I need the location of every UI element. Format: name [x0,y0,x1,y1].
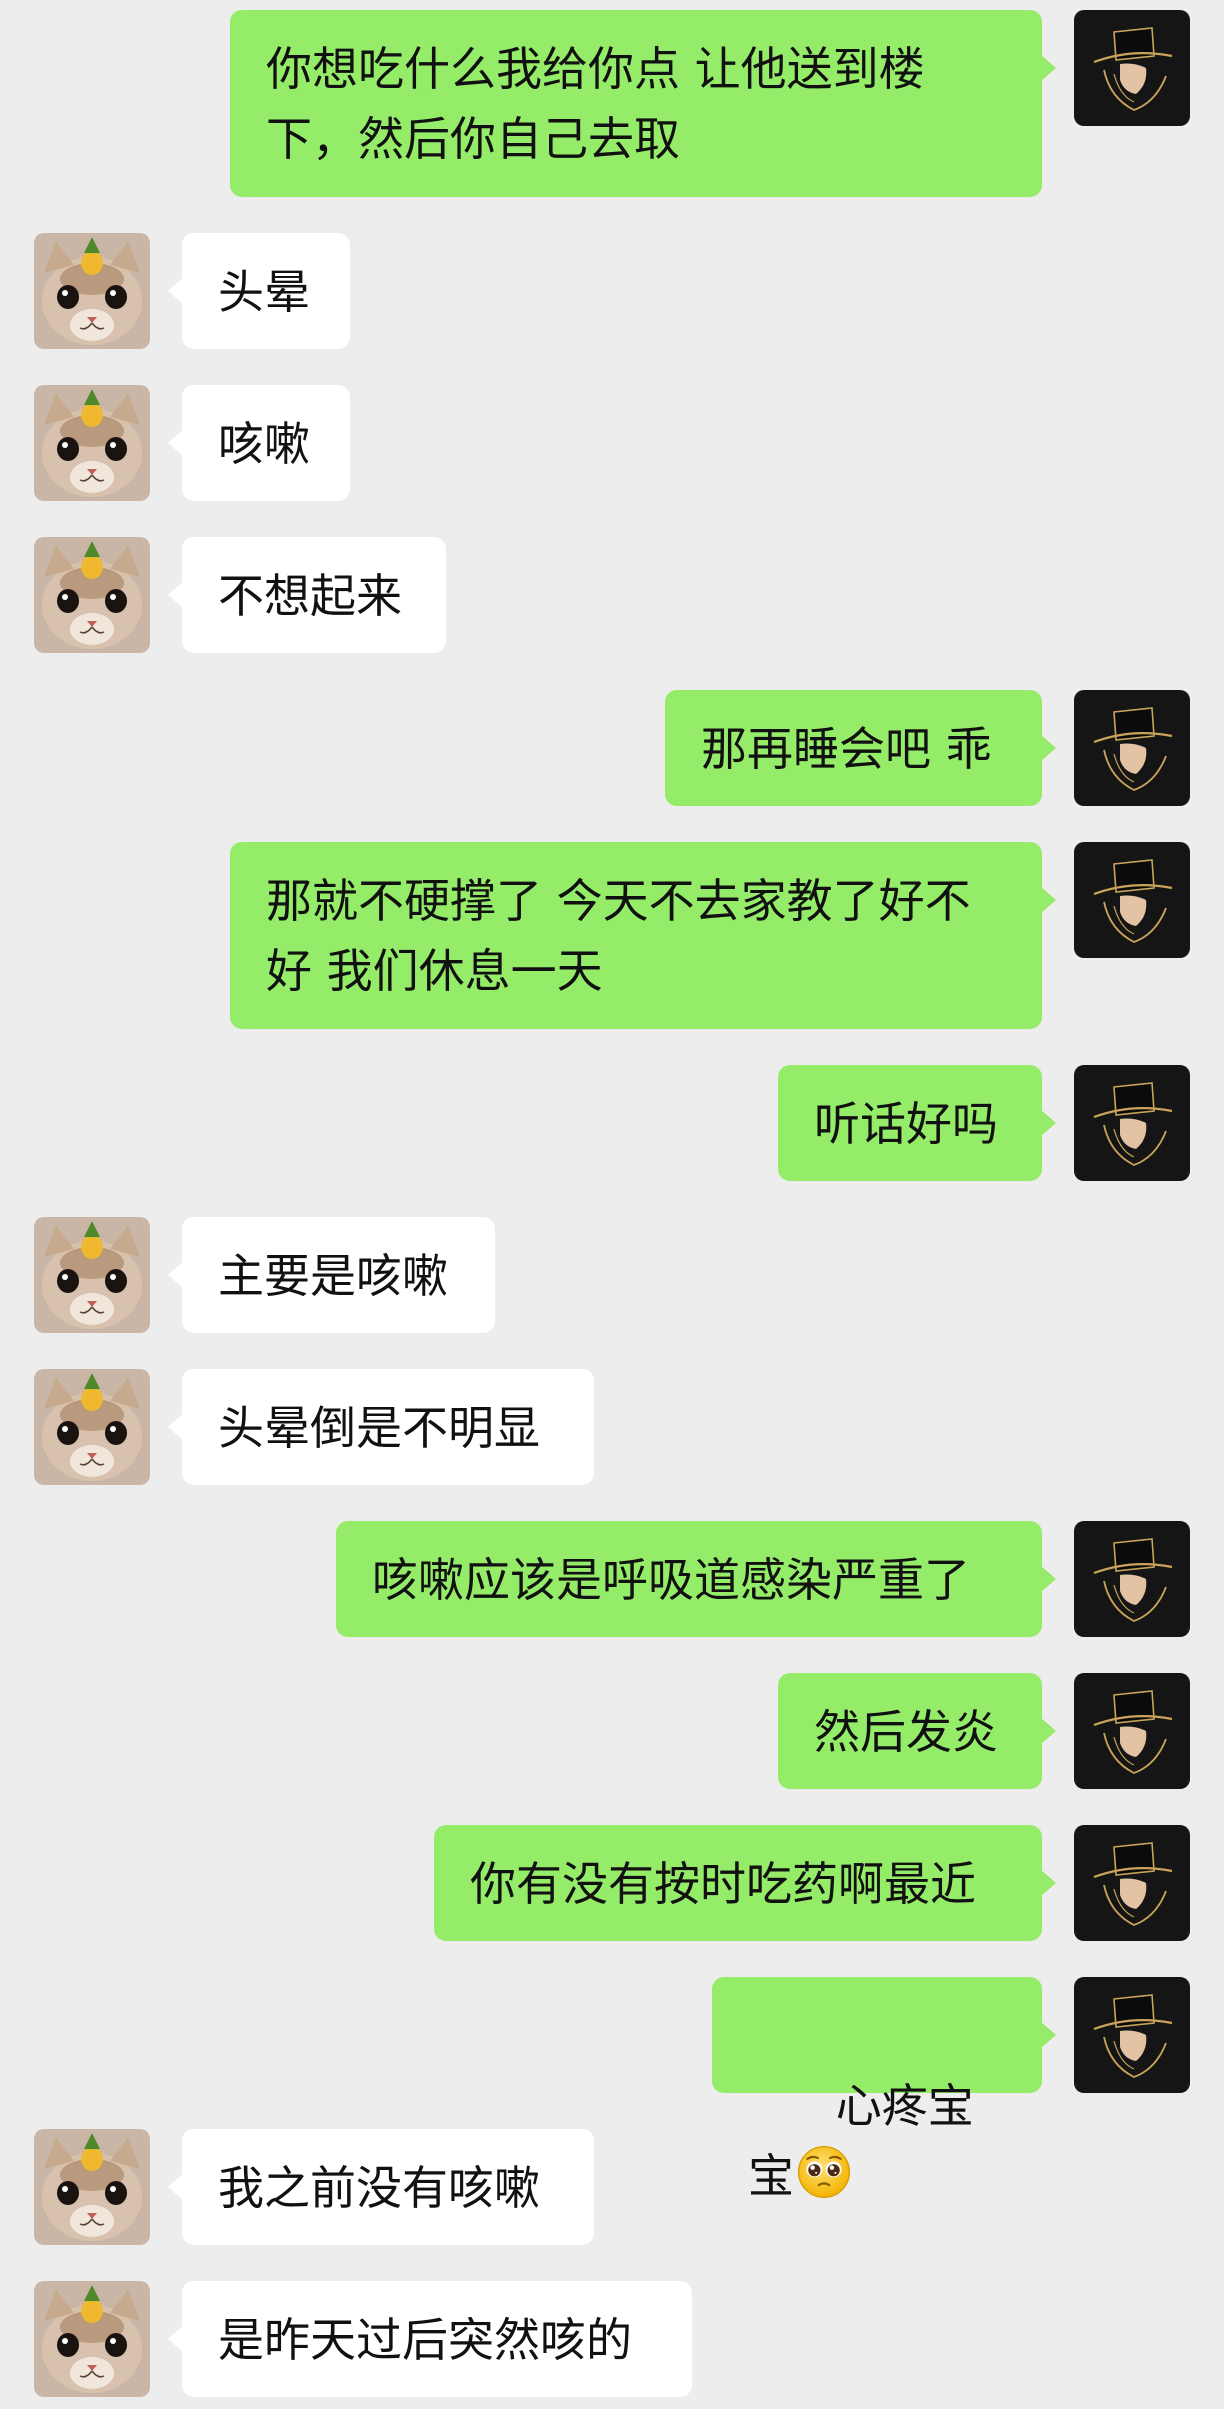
self-avatar[interactable] [1074,842,1190,958]
contact-avatar[interactable] [34,537,150,653]
message-bubble-incoming[interactable]: 咳嗽 [168,385,350,501]
chat-message-list[interactable]: 你想吃什么我给你点 让他送到楼 下，然后你自己去取 头晕 咳嗽 不想起来 那再睡… [0,0,1224,2409]
message-bubble-incoming[interactable]: 我之前没有咳嗽 [168,2129,594,2245]
contact-avatar[interactable] [34,385,150,501]
message-bubble-incoming[interactable]: 主要是咳嗽 [168,1217,495,1333]
cat-avatar-icon [34,385,150,501]
message-bubble-outgoing[interactable]: 那就不硬撑了 今天不去家教了好不 好 我们休息一天 [230,842,1056,1029]
cat-avatar-icon [34,233,150,349]
contact-avatar[interactable] [34,2281,150,2397]
message-bubble-incoming[interactable]: 不想起来 [168,537,446,653]
message-bubble-incoming[interactable]: 头晕 [168,233,350,349]
cat-avatar-icon [34,537,150,653]
hat-figure-icon [1074,1065,1190,1181]
hat-figure-icon [1074,1977,1190,2093]
message-bubble-outgoing[interactable]: 然后发炎 [778,1673,1056,1789]
hat-figure-icon [1074,690,1190,806]
pleading-face-emoji [797,2145,851,2199]
self-avatar[interactable] [1074,1521,1190,1637]
contact-avatar[interactable] [34,2129,150,2245]
cat-avatar-icon [34,1369,150,1485]
self-avatar[interactable] [1074,1977,1190,2093]
hat-figure-icon [1074,1825,1190,1941]
hat-figure-icon [1074,1521,1190,1637]
message-bubble-outgoing[interactable]: 听话好吗 [778,1065,1056,1181]
self-avatar[interactable] [1074,1673,1190,1789]
message-bubble-outgoing[interactable]: 咳嗽应该是呼吸道感染严重了 [336,1521,1056,1637]
message-bubble-outgoing[interactable]: 心疼宝宝 [712,1977,1056,2203]
self-avatar[interactable] [1074,10,1190,126]
self-avatar[interactable] [1074,1065,1190,1181]
cat-avatar-icon [34,2129,150,2245]
message-text: 心疼宝宝 [748,2079,974,2203]
contact-avatar[interactable] [34,233,150,349]
hat-figure-icon [1074,842,1190,958]
message-bubble-incoming[interactable]: 是昨天过后突然咳的 [168,2281,692,2397]
self-avatar[interactable] [1074,690,1190,806]
message-bubble-outgoing[interactable]: 你有没有按时吃药啊最近 [434,1825,1056,1941]
hat-figure-icon [1074,10,1190,126]
hat-figure-icon [1074,1673,1190,1789]
message-bubble-incoming[interactable]: 头晕倒是不明显 [168,1369,594,1485]
message-bubble-outgoing[interactable]: 你想吃什么我给你点 让他送到楼 下，然后你自己去取 [230,10,1056,197]
contact-avatar[interactable] [34,1369,150,1485]
cat-avatar-icon [34,1217,150,1333]
message-bubble-outgoing[interactable]: 那再睡会吧 乖 [665,690,1056,806]
contact-avatar[interactable] [34,1217,150,1333]
self-avatar[interactable] [1074,1825,1190,1941]
cat-avatar-icon [34,2281,150,2397]
